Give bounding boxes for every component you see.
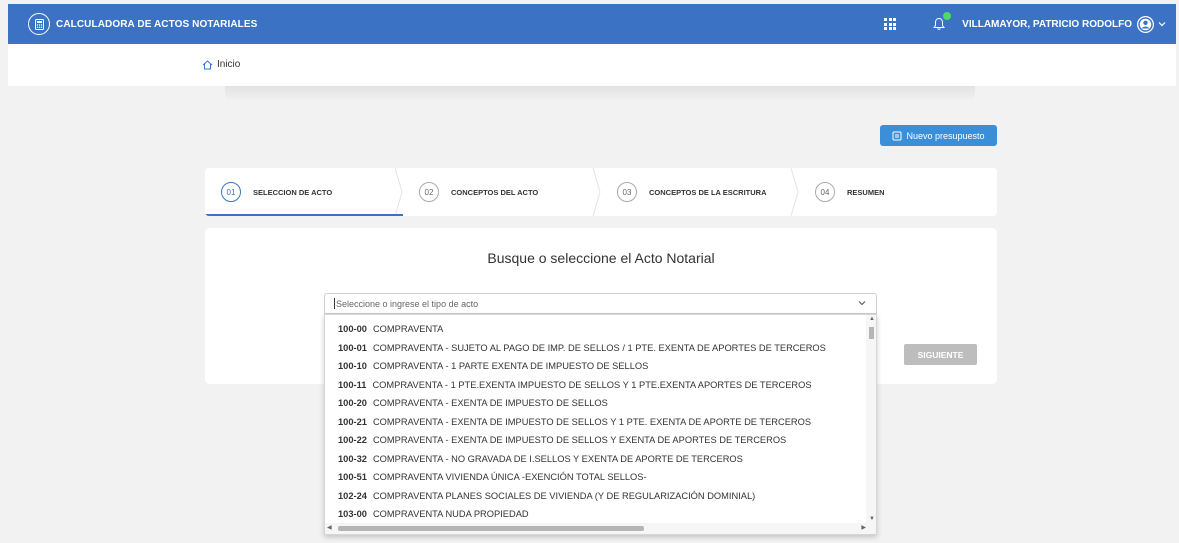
act-type-select[interactable]: Seleccione o ingrese el tipo de acto <box>324 293 877 314</box>
breadcrumb[interactable]: Inicio <box>202 59 240 70</box>
scroll-right-icon[interactable]: ▶ <box>861 524 866 531</box>
vertical-scrollbar[interactable]: ▲ ▼ <box>866 315 876 523</box>
step-seleccion-acto[interactable]: 01 SELECCION DE ACTO <box>205 168 403 216</box>
option-label: COMPRAVENTA - NO GRAVADA DE I.SELLOS Y E… <box>372 453 743 464</box>
act-option-100-01[interactable]: 100-01 COMPRAVENTA - SUJETO AL PAGO DE IM… <box>338 339 826 357</box>
user-avatar-icon[interactable] <box>1137 15 1154 33</box>
stepper: 01 SELECCION DE ACTO 02 CONCEPTOS DEL AC… <box>205 168 997 216</box>
notification-dot <box>943 12 952 20</box>
scrollbar-thumb[interactable] <box>869 327 874 339</box>
header-shadow <box>225 86 975 102</box>
step-separator <box>593 168 601 216</box>
step-number: 01 <box>221 182 241 202</box>
step-label: SELECCION DE ACTO <box>253 187 333 197</box>
card-title: Busque o seleccione el Acto Notarial <box>487 250 715 266</box>
document-icon <box>892 131 902 140</box>
user-name[interactable]: VILLAMAYOR, PATRICIO RODOLFO <box>962 19 1132 30</box>
act-option-100-11[interactable]: 100-11 COMPRAVENTA - 1 PTE.EXENTA IMPUEST… <box>338 376 812 394</box>
step-conceptos-acto[interactable]: 02 CONCEPTOS DEL ACTO <box>403 168 601 216</box>
option-label: COMPRAVENTA - 1 PTE.EXENTA IMPUESTO DE S… <box>372 379 812 390</box>
chevron-down-icon[interactable] <box>858 299 866 307</box>
new-budget-label: Nuevo presupuesto <box>906 130 985 141</box>
act-option-100-51[interactable]: 100-51 COMPRAVENTA VIVIENDA ÚNICA -EXENCI… <box>338 468 647 486</box>
text-cursor <box>334 298 335 309</box>
option-code: 100-21 <box>338 416 367 427</box>
step-number: 04 <box>815 182 835 202</box>
act-option-103-00[interactable]: 103-00 COMPRAVENTA NUDA PROPIEDAD <box>338 505 529 523</box>
option-code: 100-01 <box>338 342 367 353</box>
step-number: 03 <box>617 182 637 202</box>
step-separator <box>791 168 799 216</box>
act-option-100-32[interactable]: 100-32 COMPRAVENTA - NO GRAVADA DE I.SELL… <box>338 450 743 468</box>
option-label: COMPRAVENTA - EXENTA DE IMPUESTO DE SELL… <box>372 435 787 445</box>
option-code: 100-10 <box>338 361 367 371</box>
top-bar: CALCULADORA DE ACTOS NOTARIALES VILLAMAY… <box>8 4 1176 44</box>
option-code: 100-20 <box>338 398 367 408</box>
breadcrumb-home[interactable]: Inicio <box>217 59 240 70</box>
step-label: CONCEPTOS DE LA ESCRITURA <box>649 187 767 197</box>
horizontal-scrollbar[interactable]: ◀ ▶ <box>325 523 876 534</box>
notification-bell-icon[interactable] <box>932 12 952 31</box>
act-type-options: 103-00 COMPRAVENTA NUDA PROPIEDAD 102-24 CO… <box>324 314 877 535</box>
act-option-102-24[interactable]: 102-24 COMPRAVENTA PLANES SOCIALES DE VIV… <box>338 487 755 505</box>
option-code: 100-51 <box>338 472 367 482</box>
option-label: COMPRAVENTA NUDA PROPIEDAD <box>372 509 529 519</box>
option-code: 100-00 <box>338 324 367 334</box>
calculator-icon[interactable] <box>28 13 50 35</box>
chevron-down-icon[interactable] <box>1158 20 1166 28</box>
apps-grid-icon[interactable] <box>884 18 897 30</box>
step-label: CONCEPTOS DEL ACTO <box>451 187 539 197</box>
option-label: COMPRAVENTA - SUJETO AL PAGO DE IMP. DE … <box>372 342 826 353</box>
act-option-100-00[interactable]: 100-00 COMPRAVENTA <box>338 320 443 338</box>
scroll-left-icon[interactable]: ◀ <box>327 524 332 531</box>
breadcrumb-bar: Inicio <box>8 44 1176 86</box>
option-code: 100-32 <box>338 453 367 464</box>
option-code: 102-24 <box>338 490 367 501</box>
scroll-up-icon[interactable]: ▲ <box>869 316 875 322</box>
option-label: COMPRAVENTA - 1 PARTE EXENTA DE IMPUESTO… <box>372 361 649 371</box>
scrollbar-thumb[interactable] <box>338 526 644 531</box>
home-icon <box>202 59 213 69</box>
act-option-100-20[interactable]: 100-20 COMPRAVENTA - EXENTA DE IMPUESTO D… <box>338 394 608 412</box>
scroll-down-icon[interactable]: ▼ <box>869 516 875 522</box>
act-option-100-22[interactable]: 100-22 COMPRAVENTA - EXENTA DE IMPUESTO D… <box>338 431 786 449</box>
option-code: 100-22 <box>338 435 367 445</box>
act-option-100-10[interactable]: 100-10 COMPRAVENTA - 1 PARTE EXENTA DE IM… <box>338 357 648 375</box>
step-separator <box>395 168 403 216</box>
step-conceptos-escritura[interactable]: 03 CONCEPTOS DE LA ESCRITURA <box>601 168 799 216</box>
option-code: 100-11 <box>338 379 367 390</box>
next-button[interactable]: SIGUIENTE <box>904 344 977 365</box>
option-label: COMPRAVENTA <box>372 324 444 334</box>
step-resumen[interactable]: 04 RESUMEN <box>799 168 997 216</box>
step-number: 02 <box>419 182 439 202</box>
option-label: COMPRAVENTA PLANES SOCIALES DE VIVIENDA … <box>372 490 756 501</box>
act-option-100-21[interactable]: 100-21 COMPRAVENTA - EXENTA DE IMPUESTO D… <box>338 413 811 431</box>
option-label: COMPRAVENTA - EXENTA DE IMPUESTO DE SELL… <box>372 398 608 408</box>
step-label: RESUMEN <box>847 187 885 197</box>
new-budget-button[interactable]: Nuevo presupuesto <box>880 125 997 146</box>
option-code: 103-00 <box>338 509 367 519</box>
act-type-placeholder: Seleccione o ingrese el tipo de acto <box>336 298 479 309</box>
option-label: COMPRAVENTA - EXENTA DE IMPUESTO DE SELL… <box>372 416 812 427</box>
app-title: CALCULADORA DE ACTOS NOTARIALES <box>56 18 258 30</box>
option-label: COMPRAVENTA VIVIENDA ÚNICA -EXENCIÓN TOT… <box>372 472 647 482</box>
